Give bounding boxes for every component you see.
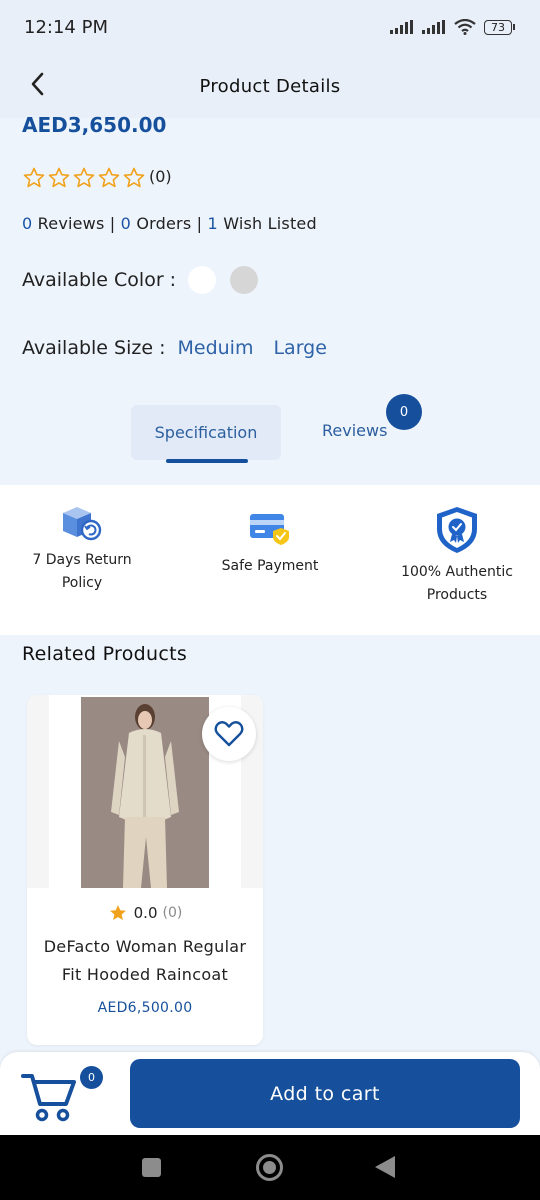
card-rating-score: 0.0 [133, 904, 158, 922]
related-products-title: Related Products [22, 643, 188, 665]
battery-icon: 73 [484, 19, 515, 35]
recent-apps-button[interactable] [142, 1158, 161, 1177]
tab-reviews[interactable]: Reviews [322, 421, 387, 440]
reviews-count-badge: 0 [386, 394, 422, 430]
system-nav-bar [0, 1135, 540, 1200]
card-product-price: AED6,500.00 [97, 1000, 193, 1016]
star-outline-icon [48, 167, 70, 188]
signal-icon-2 [422, 20, 445, 34]
reviews-count: 0 [22, 214, 33, 233]
signal-icon [390, 20, 413, 34]
product-image [81, 697, 209, 888]
wishlist-heart-button[interactable] [202, 707, 256, 761]
tab-specification[interactable]: Specification [131, 405, 281, 460]
reviews-label: Reviews | [32, 214, 121, 233]
features-strip: 7 Days Return Policy Safe Payment 100% A… [0, 485, 540, 635]
return-policy-line2: Policy [61, 575, 103, 591]
active-tab-indicator [166, 459, 248, 463]
shield-badge-icon [437, 507, 477, 553]
home-button[interactable] [256, 1154, 283, 1181]
product-price: AED3,650.00 [22, 113, 167, 137]
chevron-left-icon [31, 72, 44, 96]
status-icons: 73 [390, 19, 515, 35]
star-outline-icon [123, 167, 145, 188]
wishlist-label: Wish Listed [217, 214, 317, 233]
cart-count-badge: 0 [80, 1066, 103, 1089]
star-outline-icon [23, 167, 45, 188]
page-title: Product Details [199, 75, 341, 97]
wifi-icon [454, 19, 476, 35]
color-swatch-grey[interactable] [230, 266, 259, 294]
cart-icon [21, 1074, 76, 1122]
star-outline-icon [73, 167, 95, 188]
credit-card-icon [250, 514, 289, 545]
authentic-line2: Products [426, 587, 488, 603]
card-product-name: DeFacto Woman Regular Fit Hooded Raincoa… [27, 933, 263, 989]
product-rating: (0) [22, 166, 172, 190]
safe-payment-label: Safe Payment [221, 558, 319, 574]
available-color-label: Available Color : [22, 269, 177, 291]
system-back-button[interactable] [375, 1156, 395, 1178]
card-rating-count: (0) [162, 905, 183, 921]
rating-count: (0) [149, 166, 172, 186]
available-color-row: Available Color : [22, 266, 259, 294]
product-image-frame [27, 695, 263, 888]
product-stats: 0 Reviews | 0 Orders | 1 Wish Listed [22, 214, 317, 233]
orders-label: Orders | [131, 214, 208, 233]
orders-count: 0 [120, 214, 132, 233]
cart-button[interactable] [20, 1068, 80, 1124]
return-box-icon [63, 507, 102, 541]
status-bar: 12:14 PM 73 [0, 0, 540, 54]
feature-return-policy: 7 Days Return Policy [22, 503, 142, 595]
wishlist-count: 1 [207, 214, 218, 233]
feature-safe-payment: Safe Payment [210, 509, 330, 578]
heart-icon [214, 721, 244, 747]
available-size-row: Available Size : Meduim Large [22, 337, 327, 359]
back-button[interactable] [22, 68, 54, 100]
product-card[interactable]: 0.0 (0) DeFacto Woman Regular Fit Hooded… [27, 695, 263, 1045]
return-policy-line1: 7 Days Return [32, 552, 132, 568]
add-to-cart-button[interactable]: Add to cart [130, 1059, 520, 1128]
card-name-line2: Fit Hooded Raincoat [61, 965, 229, 984]
authentic-line1: 100% Authentic [401, 564, 513, 580]
feature-authentic-products: 100% Authentic Products [396, 505, 518, 607]
app-header: Product Details [0, 54, 540, 118]
size-option-medium[interactable]: Meduim [177, 337, 253, 359]
card-rating: 0.0 (0) [27, 903, 263, 923]
star-outline-icon [98, 167, 120, 188]
status-time: 12:14 PM [24, 16, 108, 38]
color-swatch-white[interactable] [188, 266, 217, 294]
available-size-label: Available Size : [22, 337, 166, 359]
star-filled-icon [109, 905, 126, 920]
card-name-line1: DeFacto Woman Regular [43, 937, 247, 956]
size-option-large[interactable]: Large [273, 337, 326, 359]
bottom-action-bar: 0 Add to cart [0, 1052, 540, 1135]
